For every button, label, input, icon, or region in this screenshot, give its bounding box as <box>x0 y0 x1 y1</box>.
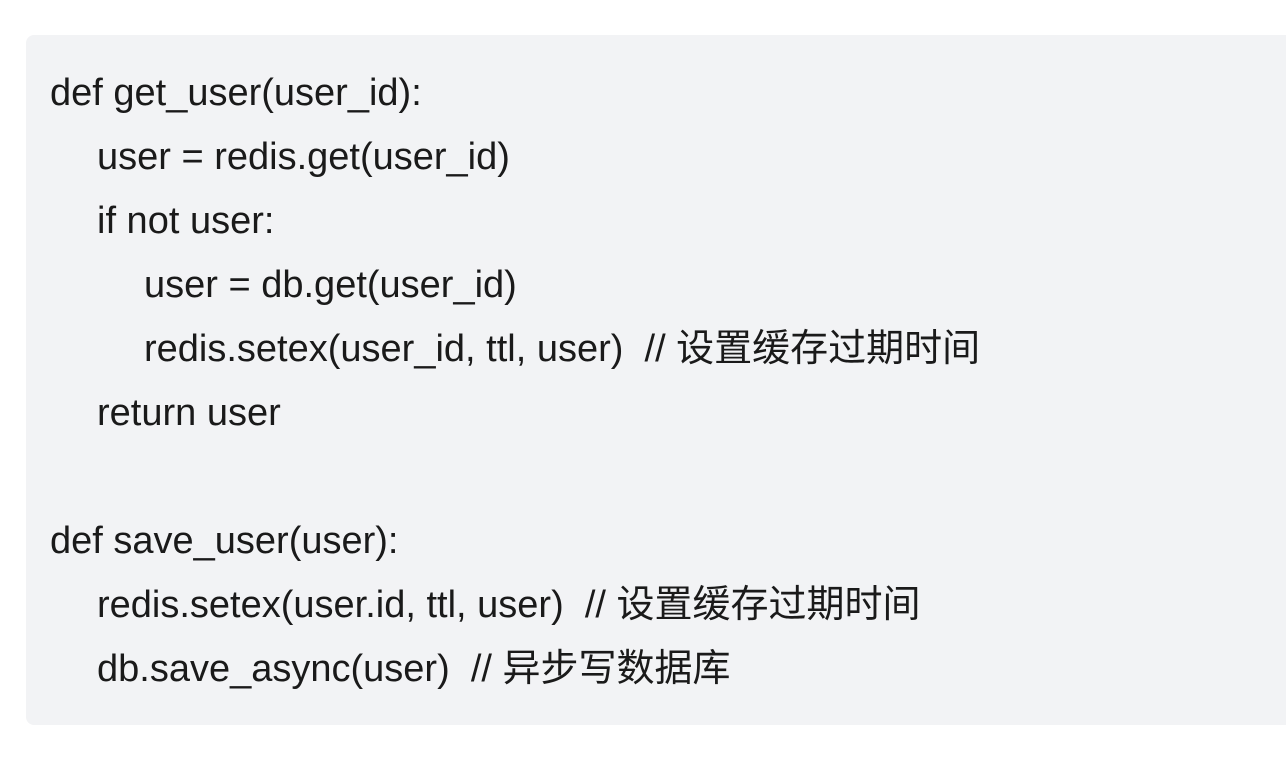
page: def get_user(user_id): user = redis.get(… <box>0 0 1286 760</box>
code-line-5: redis.setex(user_id, ttl, user) // 设置缓存过… <box>144 328 981 370</box>
code-line-10: db.save_async(user) // 异步写数据库 <box>97 648 731 690</box>
code-block: def get_user(user_id): user = redis.get(… <box>26 35 1286 725</box>
code-line-3: if not user: <box>97 200 275 242</box>
code-line-8: def save_user(user): <box>50 520 399 562</box>
code-line-9: redis.setex(user.id, ttl, user) // 设置缓存过… <box>97 584 921 626</box>
code-line-2: user = redis.get(user_id) <box>97 136 510 178</box>
code-line-6: return user <box>97 392 281 434</box>
code-line-1: def get_user(user_id): <box>50 72 422 114</box>
code-line-4: user = db.get(user_id) <box>144 264 517 306</box>
